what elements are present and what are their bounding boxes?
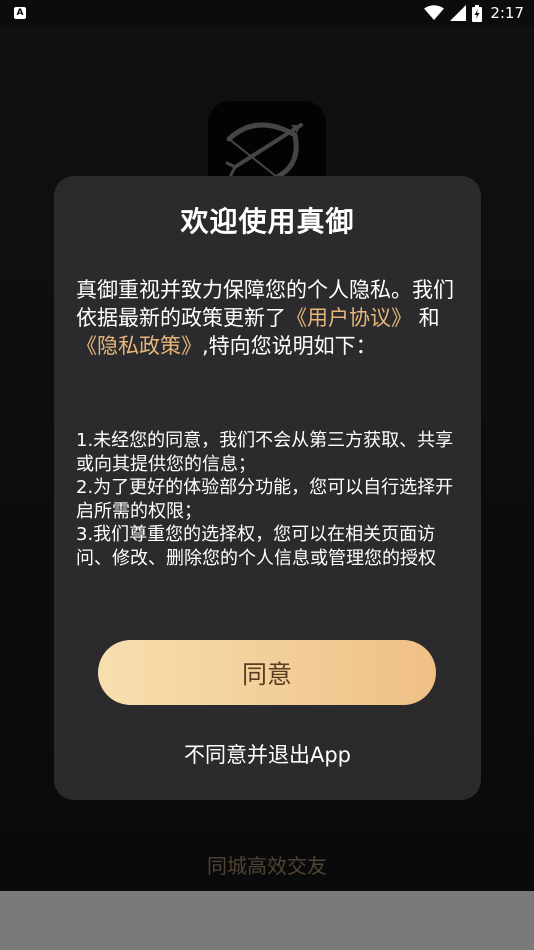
privacy-dialog: 欢迎使用真御 真御重视并致力保障您的个人隐私。我们依据最新的政策更新了《用户协议… xyxy=(54,176,481,800)
privacy-point-3: 3.我们尊重您的选择权，您可以在相关页面访问、修改、删除您的个人信息或管理您的授… xyxy=(76,524,436,569)
status-bar: A 2:17 xyxy=(0,0,534,26)
cell-signal-icon xyxy=(450,5,467,21)
privacy-intro: 真御重视并致力保障您的个人隐私。我们依据最新的政策更新了《用户协议》 和 《隐私… xyxy=(76,276,461,360)
status-time: 2:17 xyxy=(490,4,524,22)
wifi-icon xyxy=(424,5,445,20)
privacy-points: 1.未经您的同意，我们不会从第三方获取、共享或向其提供您的信息； 2.为了更好的… xyxy=(76,429,461,570)
navigation-bar xyxy=(0,891,534,950)
disagree-exit-button[interactable]: 不同意并退出App xyxy=(54,739,481,769)
intro-text-2: ,特向您说明如下： xyxy=(202,334,377,358)
user-agreement-link[interactable]: 《用户协议》 xyxy=(286,306,412,330)
battery-icon xyxy=(472,4,483,22)
notification-icon: A xyxy=(14,7,26,19)
and-text: 和 xyxy=(412,306,440,330)
agree-button[interactable]: 同意 xyxy=(98,640,436,705)
privacy-policy-link[interactable]: 《隐私政策》 xyxy=(76,334,202,358)
privacy-point-2: 2.为了更好的体验部分功能，您可以自行选择开启所需的权限； xyxy=(76,477,454,522)
privacy-point-1: 1.未经您的同意，我们不会从第三方获取、共享或向其提供您的信息； xyxy=(76,430,454,475)
dialog-title: 欢迎使用真御 xyxy=(180,205,355,238)
